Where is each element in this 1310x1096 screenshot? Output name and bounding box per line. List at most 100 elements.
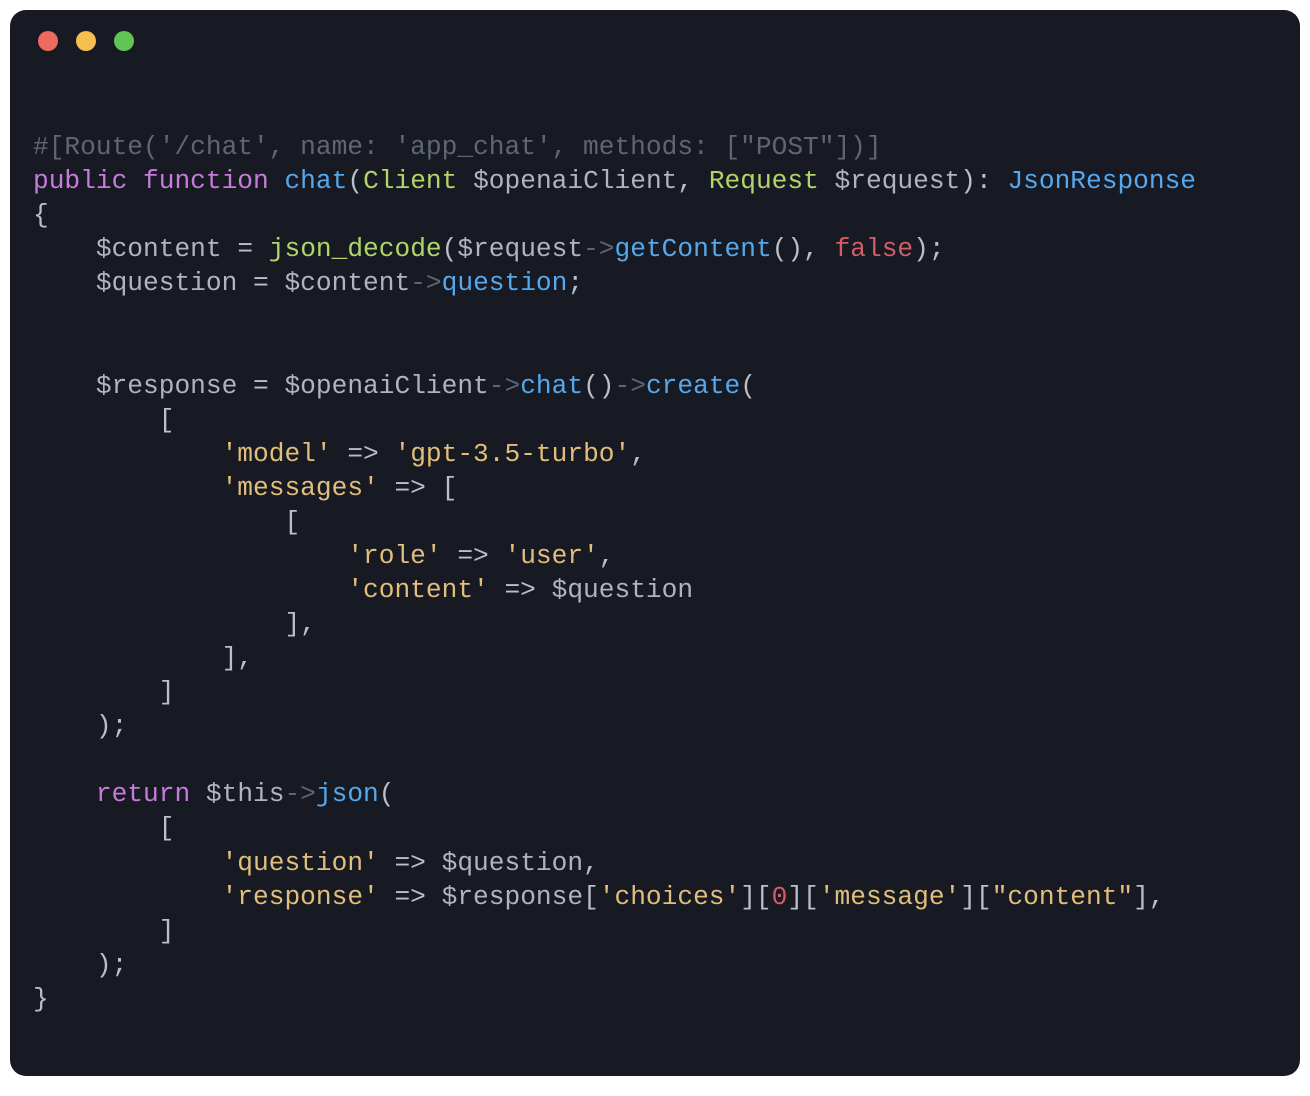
code-token [426, 848, 442, 878]
code-token: $response [442, 882, 583, 912]
code-token [442, 541, 458, 571]
code-token: $openaiClient [473, 166, 677, 196]
code-token [33, 541, 347, 571]
code-token [269, 166, 285, 196]
code-line: ], [33, 643, 253, 673]
code-token: => [457, 541, 488, 571]
code-line: $question = $content->question; [33, 268, 583, 298]
code-token: [ [33, 507, 300, 537]
code-token: , [677, 166, 708, 196]
code-token: ): [960, 166, 1007, 196]
code-line: [ [33, 813, 174, 843]
code-line: 'content' => $question [33, 575, 693, 605]
code-token: = [222, 234, 269, 264]
code-token: ] [33, 677, 174, 707]
code-token: $request [457, 234, 583, 264]
code-token: $question [442, 848, 583, 878]
code-line: $response = $openaiClient->chat()->creat… [33, 371, 756, 401]
code-token: ( [347, 166, 363, 196]
code-token: $question [552, 575, 693, 605]
code-token: -> [615, 371, 646, 401]
minimize-icon[interactable] [76, 31, 96, 51]
maximize-icon[interactable] [114, 31, 134, 51]
code-token: 'role' [347, 541, 441, 571]
code-token: [ [426, 473, 457, 503]
code-token: => [394, 848, 425, 878]
code-token [332, 439, 348, 469]
code-token: (), [772, 234, 835, 264]
code-token [33, 473, 222, 503]
code-token: $content [96, 234, 222, 264]
code-token: function [143, 166, 269, 196]
code-token [33, 575, 347, 605]
code-token: $request [835, 166, 961, 196]
code-token: , [583, 848, 599, 878]
code-token [819, 166, 835, 196]
code-token: ] [33, 916, 174, 946]
code-line: { [33, 200, 49, 230]
code-token: [ [33, 405, 174, 435]
code-token: ( [379, 779, 395, 809]
code-token: = [237, 371, 284, 401]
code-token [127, 166, 143, 196]
code-token: ], [33, 643, 253, 673]
code-token: -> [410, 268, 441, 298]
window-titlebar [10, 10, 1300, 72]
code-token [33, 371, 96, 401]
code-token: 'gpt-3.5-turbo' [394, 439, 630, 469]
code-line: ] [33, 916, 174, 946]
code-line: } [33, 984, 49, 1014]
code-line: [ [33, 405, 174, 435]
code-token: ); [913, 234, 944, 264]
close-icon[interactable] [38, 31, 58, 51]
code-line: ] [33, 677, 174, 707]
code-token: create [646, 371, 740, 401]
code-token: ][ [960, 882, 991, 912]
code-token: false [835, 234, 914, 264]
code-token: $question [96, 268, 237, 298]
code-token: => [394, 882, 425, 912]
code-line: public function chat(Client $openaiClien… [33, 166, 1196, 196]
code-token [379, 882, 395, 912]
code-token: public [33, 166, 127, 196]
code-token: 'user' [504, 541, 598, 571]
code-line: return $this->json( [33, 779, 395, 809]
code-token: 'messages' [222, 473, 379, 503]
code-token [536, 575, 552, 605]
code-token: $response [96, 371, 237, 401]
code-token: , [599, 541, 615, 571]
code-line: ); [33, 711, 127, 741]
code-token: Client [363, 166, 457, 196]
code-token [33, 234, 96, 264]
code-token: ; [567, 268, 583, 298]
code-line: [ [33, 507, 300, 537]
code-token: 'response' [222, 882, 379, 912]
code-token [489, 541, 505, 571]
code-token [33, 882, 222, 912]
code-token [33, 779, 96, 809]
code-token: { [33, 200, 49, 230]
code-token: () [583, 371, 614, 401]
code-token: ], [33, 609, 316, 639]
code-token [457, 166, 473, 196]
code-token: 0 [772, 882, 788, 912]
code-token: Request [709, 166, 819, 196]
code-token: ( [442, 234, 458, 264]
code-line: 'messages' => [ [33, 473, 457, 503]
code-token: ); [33, 950, 127, 980]
code-token [379, 439, 395, 469]
code-token [33, 439, 222, 469]
code-token: chat [520, 371, 583, 401]
code-token: 'message' [819, 882, 960, 912]
code-token: => [504, 575, 535, 605]
code-token [379, 473, 395, 503]
code-token: -> [489, 371, 520, 401]
code-token: ); [33, 711, 127, 741]
code-line: $content = json_decode($request->getCont… [33, 234, 945, 264]
code-token: 'question' [222, 848, 379, 878]
code-token: => [394, 473, 425, 503]
code-token: => [347, 439, 378, 469]
code-token: json_decode [269, 234, 442, 264]
code-token [33, 268, 96, 298]
code-token: [ [33, 813, 174, 843]
